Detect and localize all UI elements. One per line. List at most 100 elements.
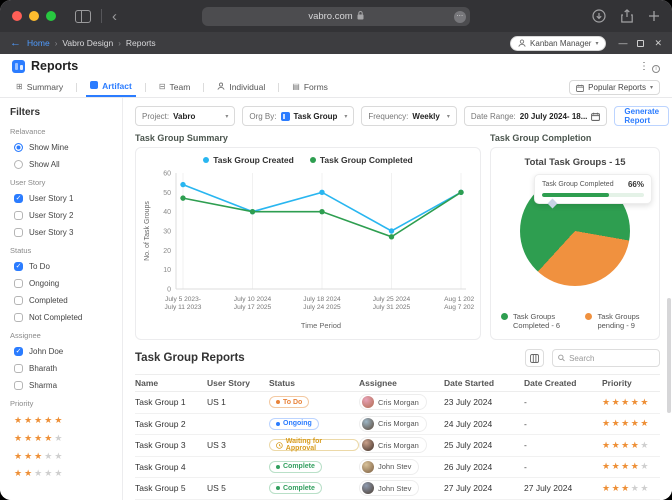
radio-off-icon[interactable] — [14, 160, 23, 169]
chevron-down-icon: ▾ — [344, 113, 347, 120]
window-close-icon[interactable]: ✕ — [654, 38, 662, 49]
avatar — [362, 461, 374, 473]
tab-artifact[interactable]: Artifact — [86, 81, 136, 97]
column-header-date-started[interactable]: Date Started — [444, 378, 524, 388]
checkbox-on-icon[interactable]: ✓ — [14, 347, 23, 356]
column-header-name[interactable]: Name — [135, 378, 207, 388]
traffic-light-close-icon[interactable] — [12, 11, 22, 21]
person-icon — [217, 82, 225, 92]
star-icon: ★ — [640, 483, 650, 493]
sidebar-toggle-icon[interactable] — [75, 10, 91, 23]
filter-option-user-story-2[interactable]: User Story 2 — [14, 211, 112, 220]
priority-stars-option[interactable]: ★★★★★ — [14, 415, 112, 426]
column-header-status[interactable]: Status — [269, 378, 359, 388]
popular-reports-button[interactable]: Popular Reports ▾ — [569, 80, 660, 95]
checkbox-off-icon[interactable] — [14, 381, 23, 390]
star-icon: ★ — [602, 418, 612, 428]
project-select[interactable]: Project: Vabro ▾ — [135, 106, 235, 126]
assignee-pill: John Stev — [359, 459, 419, 475]
pie-total-label: Total Task Groups - 15 — [491, 157, 659, 168]
radio-on-icon[interactable] — [14, 143, 23, 152]
checkbox-off-icon[interactable] — [14, 313, 23, 322]
svg-text:Aug 7 2025: Aug 7 2025 — [444, 304, 474, 311]
star-icon: ★ — [44, 451, 54, 461]
orgby-select[interactable]: Org By: Task Group ▾ — [242, 106, 354, 126]
checkbox-off-icon[interactable] — [14, 279, 23, 288]
filter-option-user-story-3[interactable]: User Story 3 — [14, 228, 112, 237]
search-box[interactable] — [552, 349, 660, 367]
page-options-icon[interactable]: ⋯ — [454, 11, 466, 23]
generate-report-button[interactable]: Generate Report — [614, 106, 669, 126]
table-row[interactable]: Task Group 4 Complete John Stev 26 July … — [135, 457, 660, 479]
info-icon[interactable]: i — [652, 65, 660, 73]
tab-individual[interactable]: Individual — [213, 82, 269, 96]
filter-option-show-all[interactable]: Show All — [14, 160, 112, 169]
downloads-icon[interactable] — [592, 9, 606, 23]
assignee-pill: Cris Morgan — [359, 437, 427, 453]
report-table: NameUser StoryStatusAssigneeDate Started… — [135, 374, 660, 500]
filter-option-show-mine[interactable]: Show Mine — [14, 143, 112, 152]
new-tab-icon[interactable] — [648, 10, 660, 22]
tab-team[interactable]: ⊟ Team — [155, 82, 195, 96]
column-header-date-created[interactable]: Date Created — [524, 378, 602, 388]
table-row[interactable]: Task Group 2 Ongoing Cris Morgan 24 July… — [135, 414, 660, 436]
task-group-icon — [281, 112, 290, 121]
breadcrumb-project[interactable]: Vabro Design — [62, 38, 113, 48]
filter-option-completed[interactable]: Completed — [14, 296, 112, 305]
priority-stars-option[interactable]: ★★★★★ — [14, 433, 112, 444]
star-icon: ★ — [631, 440, 641, 450]
star-icon: ★ — [34, 433, 44, 443]
column-header-assignee[interactable]: Assignee — [359, 378, 444, 388]
filter-option-sharma[interactable]: Sharma — [14, 381, 112, 390]
role-selector[interactable]: Kanban Manager ▾ — [510, 36, 606, 51]
checkbox-off-icon[interactable] — [14, 228, 23, 237]
share-icon[interactable] — [621, 9, 633, 23]
table-row[interactable]: Task Group 1 US 1 To Do Cris Morgan 23 J… — [135, 392, 660, 414]
star-icon: ★ — [612, 461, 622, 471]
traffic-light-zoom-icon[interactable] — [46, 11, 56, 21]
checkbox-off-icon[interactable] — [14, 296, 23, 305]
nav-back-icon[interactable]: ← — [10, 37, 21, 49]
filter-option-ongoing[interactable]: Ongoing — [14, 279, 112, 288]
column-header-priority[interactable]: Priority — [602, 378, 660, 388]
scrollbar-thumb[interactable] — [667, 298, 671, 413]
daterange-select[interactable]: Date Range: 20 July 2024- 18... — [464, 106, 608, 126]
tab-forms[interactable]: ▤ Forms — [288, 82, 332, 96]
table-row[interactable]: Task Group 3 US 3 Waiting for Approval C… — [135, 435, 660, 457]
line-chart-card: Task Group CreatedTask Group Completed 0… — [135, 147, 481, 340]
tab-summary[interactable]: ⊞ Summary — [12, 82, 67, 96]
traffic-light-minimize-icon[interactable] — [29, 11, 39, 21]
checkbox-off-icon[interactable] — [14, 364, 23, 373]
cell-priority: ★★★★★ — [602, 418, 660, 429]
pie-chart-section: Task Group Completion Total Task Groups … — [490, 133, 660, 340]
cell-priority: ★★★★★ — [602, 483, 660, 494]
chevron-down-icon: ▾ — [225, 113, 228, 120]
filter-option-john-doe[interactable]: ✓John Doe — [14, 347, 112, 356]
svg-text:30: 30 — [163, 229, 171, 236]
kebab-menu-icon[interactable]: ⋮ — [639, 61, 649, 72]
column-header-user-story[interactable]: User Story — [207, 378, 269, 388]
priority-stars-option[interactable]: ★★★★★ — [14, 451, 112, 462]
status-dot-icon — [276, 400, 280, 404]
legend-dot-icon — [501, 313, 508, 320]
search-input[interactable] — [569, 354, 654, 363]
filter-option-bharath[interactable]: Bharath — [14, 364, 112, 373]
table-row[interactable]: Task Group 5 US 5 Complete John Stev 27 … — [135, 478, 660, 500]
checkbox-on-icon[interactable]: ✓ — [14, 194, 23, 203]
checkbox-off-icon[interactable] — [14, 211, 23, 220]
window-minimize-icon[interactable]: — — [618, 38, 627, 48]
window-restore-icon[interactable] — [637, 40, 644, 47]
filter-option-not-completed[interactable]: Not Completed — [14, 313, 112, 322]
filter-option-user-story-1[interactable]: ✓User Story 1 — [14, 194, 112, 203]
checkbox-on-icon[interactable]: ✓ — [14, 262, 23, 271]
browser-back-icon[interactable]: ‹ — [112, 9, 117, 24]
priority-stars-option[interactable]: ★★★★★ — [14, 468, 112, 479]
address-bar[interactable]: vabro.com ⋯ — [202, 7, 470, 26]
columns-button[interactable] — [525, 349, 544, 367]
tab-divider — [76, 83, 77, 92]
cell-date-created: - — [524, 462, 602, 472]
breadcrumb-home[interactable]: Home — [27, 38, 50, 48]
frequency-select[interactable]: Frequency: Weekly ▾ — [361, 106, 456, 126]
app-navbar: ← Home › Vabro Design › Reports Kanban M… — [0, 32, 672, 54]
filter-option-to-do[interactable]: ✓To Do — [14, 262, 112, 271]
